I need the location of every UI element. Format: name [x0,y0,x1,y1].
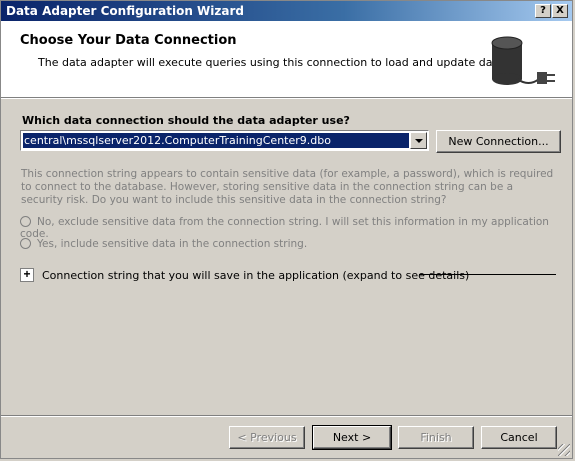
chevron-down-icon[interactable] [410,132,427,149]
connection-combobox[interactable]: central\mssqlserver2012.ComputerTraining… [20,130,429,151]
radio-exclude-sensitive[interactable]: No, exclude sensitive data from the conn… [20,216,572,240]
window-title: Data Adapter Configuration Wizard [6,4,244,18]
page-title: Choose Your Data Connection [20,33,237,48]
next-button[interactable]: Next > [312,425,392,450]
connection-question: Which data connection should the data ad… [22,114,350,127]
radio-circle-icon[interactable] [20,238,31,249]
header-divider [1,98,572,99]
radio-circle-icon[interactable] [20,216,31,227]
footer-divider [1,415,572,417]
finish-button[interactable]: Finish [398,426,474,449]
radio-include-sensitive[interactable]: Yes, include sensitive data in the conne… [20,238,307,250]
connection-selected-value: central\mssqlserver2012.ComputerTraining… [23,133,409,148]
wizard-header: Choose Your Data Connection The data ada… [1,21,572,98]
connection-string-expander-label[interactable]: Connection string that you will save in … [42,269,469,282]
database-connection-icon [491,36,555,85]
wizard-window: Data Adapter Configuration Wizard ? X Ch… [0,0,573,459]
title-bar[interactable]: Data Adapter Configuration Wizard ? X [1,1,572,21]
radio-exclude-label: No, exclude sensitive data from the conn… [20,216,549,240]
expand-plus-icon[interactable]: + [20,268,34,282]
radio-include-label: Yes, include sensitive data in the conne… [37,238,308,250]
page-subtitle: The data adapter will execute queries us… [38,56,507,69]
expander-rule [419,274,556,275]
close-button[interactable]: X [552,4,568,18]
resize-grip-icon[interactable] [558,444,570,456]
sensitive-data-note: This connection string appears to contai… [21,168,554,206]
new-connection-button[interactable]: New Connection... [436,130,561,153]
help-button[interactable]: ? [535,4,551,18]
previous-button[interactable]: < Previous [229,426,305,449]
cancel-button[interactable]: Cancel [481,426,557,449]
